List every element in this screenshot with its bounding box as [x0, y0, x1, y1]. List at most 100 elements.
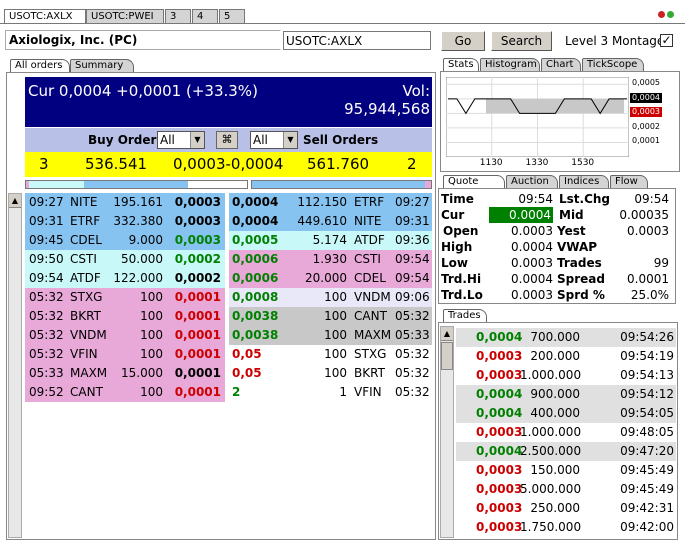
trade-row[interactable]: 0,0003 5.000.000 09:45:49	[456, 480, 676, 499]
buy-order-row[interactable]: 09:45 CDEL 9.000 0,0003	[25, 231, 225, 250]
buy-order-row[interactable]: 05:32 BKRT 100 0,0001	[25, 307, 225, 326]
sell-order-row[interactable]: 0,05 100 STXG 05:32	[229, 345, 432, 364]
buy-order-row[interactable]: 09:50 CSTI 50.000 0,0002	[25, 250, 225, 269]
order-price: 0,0004	[232, 195, 279, 209]
buy-order-row[interactable]: 09:31 ETRF 332.380 0,0003	[25, 212, 225, 231]
market-maker: CANT	[354, 309, 387, 323]
trade-row[interactable]: 0,0003 150.000 09:45:49	[456, 461, 676, 480]
trade-time: 09:54:12	[620, 387, 674, 401]
market-maker: ETRF	[70, 214, 101, 228]
trade-row[interactable]: 0,0004 400.000 09:54:05	[456, 404, 676, 423]
sell-order-row[interactable]: 0,0004 112.150 ETRF 09:27	[229, 193, 432, 212]
volume: Vol: 95,944,568	[344, 82, 430, 118]
tab-4[interactable]: 4	[192, 9, 218, 23]
market-maker: BKRT	[354, 366, 385, 380]
symbol-input[interactable]	[283, 31, 431, 50]
trade-row[interactable]: 0,0004 700.000 09:54:26	[456, 328, 676, 347]
buy-order-row[interactable]: 09:54 ATDF 122.000 0,0002	[25, 269, 225, 288]
scroll-thumb[interactable]	[441, 342, 453, 370]
scroll-up-icon[interactable]: ▲	[441, 327, 453, 341]
trade-time: 09:54:26	[620, 330, 674, 344]
market-maker: VNDM	[70, 328, 107, 342]
order-price: 0,0001	[174, 290, 221, 304]
sell-order-row[interactable]: 0,0038 100 CANT 05:32	[229, 307, 432, 326]
sell-order-row[interactable]: 0,0006 20.000 CDEL 09:54	[229, 269, 432, 288]
order-price: 0,0038	[232, 309, 279, 323]
trade-size: 1.000.000	[520, 368, 582, 382]
buy-order-row[interactable]: 05:32 STXG 100 0,0001	[25, 288, 225, 307]
trade-row[interactable]: 0,0004 2.500.000 09:47:20	[456, 442, 676, 461]
tab-flow[interactable]: Flow	[610, 175, 648, 188]
buy-order-row[interactable]: 09:52 CANT 100 0,0001	[25, 383, 225, 402]
trade-row[interactable]: 0,0003 1.000.000 09:48:05	[456, 423, 676, 442]
trade-high-value: 0.0004	[511, 272, 553, 286]
tab-usotc-pwei[interactable]: USOTC:PWEI	[86, 9, 164, 23]
market-maker: VFIN	[354, 385, 382, 399]
search-button[interactable]: Search	[491, 31, 552, 51]
tab-indices[interactable]: Indices	[559, 175, 609, 188]
order-size: 100	[140, 290, 163, 304]
trade-time: 09:47:20	[620, 444, 674, 458]
trade-row[interactable]: 0,0003 250.000 09:42:31	[456, 499, 676, 518]
buy-orders-list: 09:27 NITE 195.161 0,0003 09:31 ETRF 332.380 0,…	[25, 193, 225, 403]
order-size: 100	[140, 385, 163, 399]
trade-row[interactable]: 0,0003 1.750.000 09:42:00	[456, 518, 676, 537]
go-button[interactable]: Go	[441, 31, 485, 51]
scroll-up-icon[interactable]: ▲	[9, 194, 21, 208]
tab-chart[interactable]: Chart	[541, 58, 581, 71]
order-size: 100	[140, 309, 163, 323]
buy-order-row[interactable]: 05:33 MAXM 15.000 0,0001	[25, 364, 225, 383]
trade-price: 0,0003	[476, 368, 523, 382]
sell-order-row[interactable]: 0,0004 449.610 NITE 09:31	[229, 212, 432, 231]
sell-order-row[interactable]: 0,0005 5.174 ATDF 09:36	[229, 231, 432, 250]
sell-order-row[interactable]: 0,0006 1.930 CSTI 09:54	[229, 250, 432, 269]
tab-tickscope[interactable]: TickScope	[582, 58, 644, 71]
sell-order-row[interactable]: 0,0008 100 VNDM 09:06	[229, 288, 432, 307]
sell-filter-select[interactable]: All ▼	[250, 131, 298, 149]
sell-order-row[interactable]: 0,05 100 BKRT 05:32	[229, 364, 432, 383]
trade-row[interactable]: 0,0004 900.000 09:54:12	[456, 385, 676, 404]
trade-price: 0,0003	[476, 349, 523, 363]
tab-all-orders[interactable]: All orders	[10, 59, 70, 72]
tab-3[interactable]: 3	[165, 9, 191, 23]
buy-order-row[interactable]: 05:32 VFIN 100 0,0001	[25, 345, 225, 364]
tab-5[interactable]: 5	[219, 9, 245, 23]
buy-order-row[interactable]: 09:27 NITE 195.161 0,0003	[25, 193, 225, 212]
trade-time: 09:45:49	[620, 463, 674, 477]
market-maker: MAXM	[354, 328, 392, 342]
sell-order-row[interactable]: 0,0038 100 MAXM 05:33	[229, 326, 432, 345]
tab-summary[interactable]: Summary	[70, 59, 134, 72]
window-dots-icon[interactable]	[658, 11, 678, 19]
tab-histogram[interactable]: Histogram	[480, 58, 540, 71]
tab-trades[interactable]: Trades	[443, 309, 487, 322]
order-time: 05:32	[395, 385, 430, 399]
buy-depth-bar	[25, 180, 248, 189]
trade-row[interactable]: 0,0003 200.000 09:54:19	[456, 347, 676, 366]
yest-value: 0.0003	[627, 224, 669, 238]
trade-row[interactable]: 0,0003 1.000.000 09:54:13	[456, 366, 676, 385]
tab-usotc-axlx[interactable]: USOTC:AXLX	[4, 9, 86, 23]
summary-bar: 3 536.541 0,0003-0,0004 561.760 2	[25, 152, 432, 177]
market-maker: CDEL	[70, 233, 102, 247]
order-size: 100	[324, 309, 347, 323]
yest-label: Yest	[557, 224, 586, 238]
link-icon[interactable]: ⌘	[216, 131, 238, 149]
tab-stats[interactable]: Stats	[443, 58, 479, 71]
current-quote: Cur 0,0004 +0,0001 (+33.3%)	[28, 82, 258, 100]
order-price: 0,05	[232, 347, 262, 361]
buy-order-row[interactable]: 05:32 VNDM 100 0,0001	[25, 326, 225, 345]
market-maker: NITE	[354, 214, 382, 228]
trade-time: 09:42:00	[620, 520, 674, 534]
trades-scrollbar[interactable]: ▲	[440, 326, 454, 538]
order-book-scrollbar[interactable]: ▲	[8, 193, 22, 538]
tab-auction[interactable]: Auction	[506, 175, 558, 188]
market-maker: NITE	[70, 195, 98, 209]
level3-checkbox[interactable]: ✓	[660, 34, 673, 47]
tab-quote-info[interactable]: Quote Info	[443, 175, 505, 199]
trade-time: 09:42:31	[620, 501, 674, 515]
trade-size: 900.000	[530, 387, 580, 401]
sell-order-row[interactable]: 2 1 VFIN 05:32	[229, 383, 432, 402]
trade-size: 1.750.000	[520, 520, 582, 534]
buy-filter-select[interactable]: All ▼	[157, 131, 205, 149]
spread-label: Spread	[557, 272, 605, 286]
